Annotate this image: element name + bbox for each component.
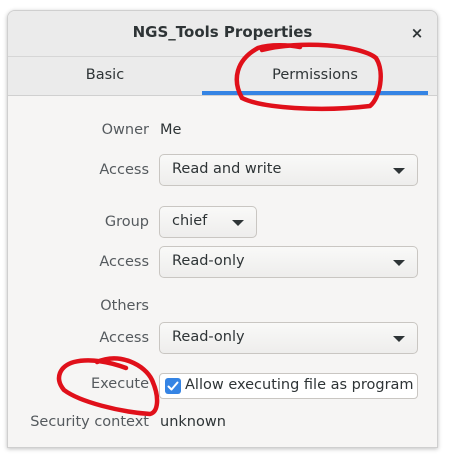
chevron-down-icon [393,260,405,266]
chevron-down-icon [393,336,405,342]
others-access-value: Read-only [172,329,245,345]
owner-access-dropdown[interactable]: Read and write [159,154,418,186]
window-title: NGS_Tools Properties [132,23,313,41]
security-context-value: unknown [160,414,226,430]
group-value: chief [172,213,208,229]
tab-bar: Basic Permissions [8,57,437,96]
tab-permissions-label: Permissions [272,67,358,83]
chevron-down-icon [232,220,244,226]
owner-access-label: Access [99,162,149,178]
group-dropdown[interactable]: chief [159,206,257,238]
checkmark-icon [167,381,179,391]
title-bar: NGS_Tools Properties × [8,11,437,57]
permissions-panel: Owner Me Access Read and write Group chi… [8,96,437,447]
owner-label: Owner [101,122,149,138]
group-access-dropdown[interactable]: Read-only [159,246,418,278]
group-access-label: Access [99,254,149,270]
others-access-dropdown[interactable]: Read-only [159,322,418,354]
owner-access-value: Read and write [172,161,282,177]
group-access-value: Read-only [172,253,245,269]
execute-label: Execute [91,376,149,392]
execute-checkbox-label: Allow executing file as program [185,377,414,393]
tab-permissions[interactable]: Permissions [202,57,428,95]
tab-basic[interactable]: Basic [8,57,202,95]
execute-checkbox[interactable] [165,378,181,394]
chevron-down-icon [393,168,405,174]
execute-checkbox-row[interactable]: Allow executing file as program [159,373,418,399]
properties-dialog: NGS_Tools Properties × Basic Permissions… [7,10,438,448]
others-access-label: Access [99,330,149,346]
others-label: Others [100,298,149,314]
group-label: Group [104,214,149,230]
security-context-label: Security context [30,414,149,430]
active-tab-indicator [202,91,428,95]
owner-value: Me [160,122,182,138]
close-icon[interactable]: × [407,23,427,43]
